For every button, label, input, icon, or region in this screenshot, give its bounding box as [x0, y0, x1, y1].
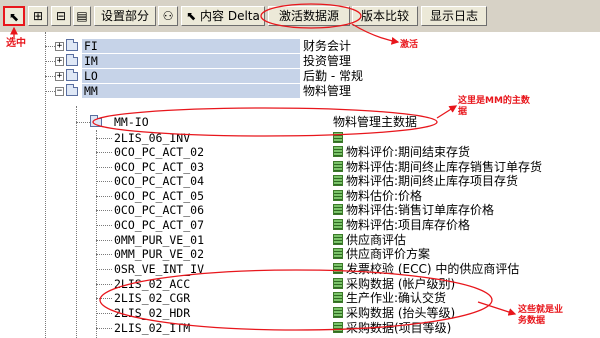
datasource-desc: 供应商评估	[346, 233, 407, 247]
datasource-desc: 供应商评价方案	[346, 247, 431, 261]
datasource-tree: + FI 财务会计 + IM 投资管理 + LO 后勤 - 常规 − MM 物料…	[0, 32, 600, 338]
expand-tree-icon: ⊞	[32, 9, 44, 23]
datasource-desc: 发票校验 (ECC) 中的供应商评估	[346, 262, 520, 276]
tree-connector	[76, 106, 77, 338]
expander-mm[interactable]: −	[55, 87, 64, 96]
app-node-fi[interactable]: FI	[84, 39, 98, 53]
datasource-icon	[333, 278, 343, 289]
datasource-desc: 采购数据(项目等级)	[346, 321, 452, 335]
datasource-icon	[333, 322, 343, 333]
datasource-icon	[333, 146, 343, 157]
datasource-row[interactable]: 0CO_PC_ACT_07	[114, 218, 204, 232]
annotation-business: 这些就是业 务数据	[518, 305, 564, 326]
annotation-activate: 激活	[400, 40, 419, 50]
folder-icon	[66, 54, 78, 66]
datasource-icon	[333, 263, 343, 274]
annotation-mm-master: 这里是MM的主数 据	[458, 96, 530, 117]
datasource-desc: 生产作业:确认交货	[346, 291, 447, 305]
datasource-row[interactable]: 2LIS_02_ACC	[114, 277, 190, 291]
datasource-row[interactable]: 0CO_PC_ACT_04	[114, 174, 204, 188]
app-node-mm-desc: 物料管理	[303, 84, 352, 98]
datasource-icon	[333, 234, 343, 245]
datasource-desc: 物料评估:期间终止库存销售订单存货	[346, 160, 543, 174]
datasource-icon	[333, 219, 343, 230]
datasource-row[interactable]: 0CO_PC_ACT_02	[114, 145, 204, 159]
set-partial-button[interactable]: 设置部分	[94, 6, 156, 26]
datasource-desc: 采购数据 (帐户级别)	[346, 277, 456, 291]
expander-lo[interactable]: +	[55, 72, 64, 81]
expand-all-button[interactable]: ⊞	[28, 6, 48, 26]
datasource-icon	[333, 190, 343, 201]
tree-connector	[96, 130, 97, 338]
datasource-icon	[333, 161, 343, 172]
datasource-desc: 物料评估:期间终止库存项目存货	[346, 174, 519, 188]
datasource-row[interactable]: 0SR_VE_INT_IV	[114, 262, 204, 276]
tree-connector	[45, 32, 46, 338]
datasource-row[interactable]: 2LIS_02_ITM	[114, 321, 190, 335]
datasource-row[interactable]: 0MM_PUR_VE_02	[114, 247, 204, 261]
collapse-tree-icon: ⊟	[55, 9, 67, 23]
find-button[interactable]: ⚇	[158, 6, 178, 26]
app-node-mm-io[interactable]: MM-IO	[114, 115, 149, 129]
document-icon: ▤	[76, 9, 88, 23]
activate-datasource-button[interactable]: 激活数据源	[268, 6, 350, 26]
datasource-row[interactable]: 0CO_PC_ACT_06	[114, 203, 204, 217]
content-delta-button[interactable]: ⬉ 内容 Delta	[181, 6, 265, 26]
datasource-desc: 物料评价:期间结束存货	[346, 145, 471, 159]
app-node-im-desc: 投资管理	[303, 54, 352, 68]
folder-icon	[66, 69, 78, 81]
app-node-lo[interactable]: LO	[84, 69, 98, 83]
datasource-icon	[333, 248, 343, 259]
datasource-row[interactable]: 0CO_PC_ACT_05	[114, 189, 204, 203]
folder-icon	[66, 39, 78, 51]
datasource-desc: 物料评估:销售订单库存价格	[346, 203, 495, 217]
datasource-icon	[333, 132, 343, 143]
select-node-button[interactable]: ⬉	[3, 6, 25, 26]
show-log-button[interactable]: 显示日志	[421, 6, 487, 26]
cursor-icon: ⬉	[8, 10, 20, 24]
folder-icon	[90, 115, 102, 127]
binoculars-icon: ⚇	[162, 9, 174, 23]
datasource-icon	[333, 307, 343, 318]
app-node-lo-desc: 后勤 - 常规	[303, 69, 363, 83]
datasource-row[interactable]: 0CO_PC_ACT_03	[114, 160, 204, 174]
datasource-row[interactable]: 2LIS_02_HDR	[114, 306, 190, 320]
folder-open-icon	[66, 84, 78, 96]
datasource-icon	[333, 175, 343, 186]
datasource-row[interactable]: 2LIS_02_CGR	[114, 291, 190, 305]
datasource-desc: 物料评估:项目库存价格	[346, 218, 471, 232]
app-node-im[interactable]: IM	[84, 54, 98, 68]
datasource-desc: 物料估价:价格	[346, 189, 423, 203]
expander-fi[interactable]: +	[55, 42, 64, 51]
cursor-icon: ⬉	[186, 9, 201, 23]
toolbar: ⬉ ⊞ ⊟ ▤ 设置部分 ⚇ ⬉ 内容 Delta 激活数据源 版本比较 显示日…	[0, 0, 600, 32]
expander-im[interactable]: +	[55, 57, 64, 66]
document-button[interactable]: ▤	[73, 6, 91, 26]
version-compare-button[interactable]: 版本比较	[352, 6, 418, 26]
datasource-row[interactable]: 2LIS_06_INV	[114, 131, 190, 145]
app-node-fi-desc: 财务会计	[303, 39, 352, 53]
app-node-mm-io-desc: 物料管理主数据	[333, 115, 418, 129]
app-node-mm[interactable]: MM	[84, 84, 98, 98]
datasource-icon	[333, 292, 343, 303]
datasource-icon	[333, 204, 343, 215]
datasource-row[interactable]: 0MM_PUR_VE_01	[114, 233, 204, 247]
datasource-desc: 采购数据 (抬头等级)	[346, 306, 456, 320]
annotation-select: 选中	[6, 38, 26, 49]
collapse-all-button[interactable]: ⊟	[51, 6, 71, 26]
